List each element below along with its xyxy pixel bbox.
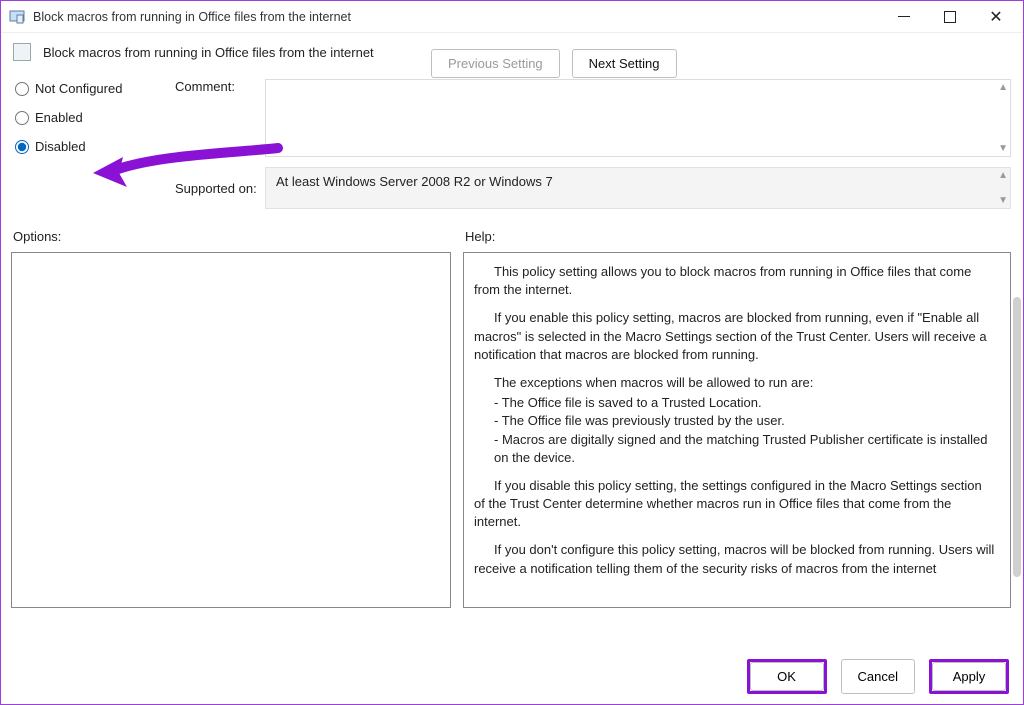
dialog-footer: OK Cancel Apply bbox=[747, 659, 1009, 694]
page-title: Block macros from running in Office file… bbox=[43, 45, 374, 60]
supported-on-value: At least Windows Server 2008 R2 or Windo… bbox=[276, 174, 553, 189]
radio-enabled-label: Enabled bbox=[35, 110, 83, 125]
radio-disabled[interactable]: Disabled bbox=[15, 139, 175, 154]
help-panel: This policy setting allows you to block … bbox=[463, 252, 1011, 608]
state-radio-group: Not Configured Enabled Disabled bbox=[15, 79, 175, 154]
options-panel bbox=[11, 252, 451, 608]
ok-highlight: OK bbox=[747, 659, 827, 694]
maximize-button[interactable] bbox=[927, 2, 973, 32]
radio-enabled-input[interactable] bbox=[15, 111, 29, 125]
supported-on-box: At least Windows Server 2008 R2 or Windo… bbox=[265, 167, 1011, 209]
scroll-up-icon[interactable]: ▲ bbox=[998, 82, 1008, 93]
panels-row: This policy setting allows you to block … bbox=[1, 248, 1023, 608]
comment-textarea[interactable]: ▲ ▼ bbox=[265, 79, 1011, 157]
help-p4: If you disable this policy setting, the … bbox=[474, 477, 996, 532]
radio-disabled-input[interactable] bbox=[15, 140, 29, 154]
apply-highlight: Apply bbox=[929, 659, 1009, 694]
supported-label: Supported on: bbox=[175, 181, 265, 196]
minimize-button[interactable] bbox=[881, 2, 927, 32]
scroll-down-icon[interactable]: ▼ bbox=[998, 143, 1008, 154]
titlebar: Block macros from running in Office file… bbox=[1, 1, 1023, 33]
policy-icon bbox=[13, 43, 31, 61]
radio-not-configured-label: Not Configured bbox=[35, 81, 122, 96]
window-title: Block macros from running in Office file… bbox=[33, 10, 351, 24]
options-label: Options: bbox=[13, 229, 453, 244]
help-b1: - The Office file is saved to a Trusted … bbox=[494, 394, 996, 412]
policy-app-icon bbox=[9, 9, 25, 25]
help-label: Help: bbox=[465, 229, 1011, 244]
radio-disabled-label: Disabled bbox=[35, 139, 86, 154]
ok-button[interactable]: OK bbox=[750, 662, 824, 691]
radio-not-configured[interactable]: Not Configured bbox=[15, 81, 175, 96]
apply-button[interactable]: Apply bbox=[932, 662, 1006, 691]
scroll-up-icon[interactable]: ▲ bbox=[998, 170, 1008, 181]
window-controls: ✕ bbox=[881, 2, 1019, 32]
scroll-down-icon[interactable]: ▼ bbox=[998, 195, 1008, 206]
config-section: Not Configured Enabled Disabled Comment:… bbox=[1, 75, 1023, 209]
help-p2: If you enable this policy setting, macro… bbox=[474, 309, 996, 364]
help-b2: - The Office file was previously trusted… bbox=[494, 412, 996, 430]
help-p1: This policy setting allows you to block … bbox=[474, 263, 996, 299]
help-p5: If you don't configure this policy setti… bbox=[474, 541, 996, 577]
previous-setting-button[interactable]: Previous Setting bbox=[431, 49, 560, 78]
help-p3: The exceptions when macros will be allow… bbox=[474, 374, 996, 392]
comment-label: Comment: bbox=[175, 79, 265, 94]
scrollbar-thumb[interactable] bbox=[1013, 297, 1021, 577]
radio-not-configured-input[interactable] bbox=[15, 82, 29, 96]
close-button[interactable]: ✕ bbox=[973, 2, 1019, 32]
radio-enabled[interactable]: Enabled bbox=[15, 110, 175, 125]
next-setting-button[interactable]: Next Setting bbox=[572, 49, 677, 78]
panel-headers: Options: Help: bbox=[1, 209, 1023, 248]
cancel-button[interactable]: Cancel bbox=[841, 659, 915, 694]
help-b3: - Macros are digitally signed and the ma… bbox=[494, 431, 996, 467]
